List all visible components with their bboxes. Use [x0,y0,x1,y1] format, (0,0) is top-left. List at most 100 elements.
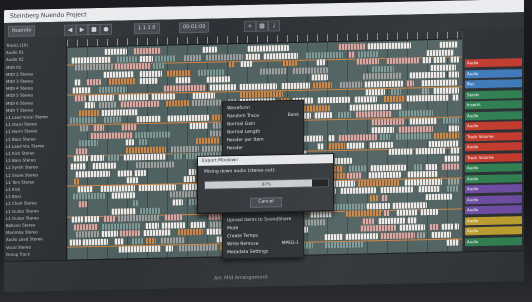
track-list-item[interactable]: Group Track [6,250,64,258]
clip-waveform [363,80,404,88]
clip-waveform [398,110,433,118]
inspector-item[interactable]: Audio [465,121,522,131]
clip-waveform [137,139,149,146]
menu-item[interactable]: Render [227,145,243,153]
clip-waveform [439,41,459,48]
ruler-tick [407,32,408,40]
clip-waveform [282,60,298,67]
clip-waveform [71,87,92,94]
clip-waveform [114,63,151,70]
inspector-item[interactable]: Audio [465,110,522,120]
clip-waveform [311,74,328,81]
clip-waveform [74,79,82,86]
inspector-item[interactable]: Audio [465,194,522,204]
clip-waveform [98,101,116,109]
clip-waveform [381,194,388,202]
clip-waveform [69,117,97,125]
ruler-tick [357,33,358,41]
ruler-tick [247,35,248,43]
clip-waveform [443,155,459,162]
inspector-item[interactable]: Bus [465,79,522,89]
ruler-tick [257,35,258,43]
clip-waveform [89,155,104,162]
clip-waveform [447,71,459,79]
clip-waveform [88,94,114,101]
inspector-item[interactable]: Audio [465,58,522,68]
inspector-item[interactable]: Track Volume [465,131,522,141]
inspector-item[interactable]: Audio [465,236,522,246]
rewind-icon[interactable]: ◀ [64,24,76,36]
clip-waveform [187,168,196,175]
ruler-tick [77,39,78,47]
transport-position[interactable]: 1 1 1 0 [134,22,160,35]
inspector-item[interactable]: Audio [465,205,522,215]
clip-waveform [107,154,121,162]
cancel-button[interactable]: Cancel [250,197,282,208]
clip-waveform [206,76,230,84]
menu-item[interactable]: Upload items to SoundShare [227,216,291,225]
grid-icon[interactable]: ▦ [256,20,268,32]
clip-waveform [195,137,221,145]
clip-waveform [388,103,402,110]
time-display[interactable]: 00:01:00 [179,21,210,34]
menu-item[interactable]: Render per Item [227,137,264,146]
clip-waveform [75,231,100,238]
clip-waveform [440,163,459,170]
play-icon[interactable]: ▶ [76,24,88,36]
inspector-item[interactable]: Inserts [465,100,522,110]
menu-item[interactable]: Metadata Settings [227,248,268,257]
clip-waveform [446,178,459,185]
ruler-tick [107,38,108,46]
clip-waveform [348,103,388,111]
export-progress-bar: 87% [204,178,329,190]
clip-waveform [124,146,167,154]
clip-waveform [150,93,175,100]
clip-waveform [101,231,118,238]
progress-text: 87% [262,181,271,187]
clip-waveform [138,55,154,62]
clip-waveform [115,55,137,63]
inspector-item[interactable]: Audio [465,226,522,236]
inspector-item[interactable]: Sends [465,89,522,99]
inspector-item[interactable]: Track Volume [465,152,522,162]
inspector-item[interactable]: Audio [465,68,522,78]
ruler-tick [187,37,188,45]
quantize-icon[interactable]: ♩ [268,20,280,32]
clip-waveform [103,215,116,223]
clip-waveform [365,202,391,210]
clip-waveform [445,239,459,246]
clip-waveform [138,207,161,214]
clip-waveform [119,230,140,237]
clip-waveform [399,224,426,232]
stop-icon[interactable]: ■ [88,23,100,36]
ruler-tick [157,37,158,45]
clip-waveform [110,192,135,200]
menu-item[interactable]: Mute [227,225,238,233]
clip-waveform [347,51,355,58]
clip-waveform [91,162,117,170]
inspector-item[interactable]: Audio [465,163,522,173]
inspector-item[interactable]: Audio [465,142,522,152]
clip-waveform [120,124,138,131]
clip-waveform [346,142,365,149]
clip-waveform [165,100,189,107]
inspector-item[interactable]: Audio [465,215,522,225]
clip-waveform [110,207,137,215]
clip-waveform [432,132,459,140]
clip-waveform [164,245,174,252]
clip-waveform [344,233,379,240]
ruler-tick [267,35,268,43]
project-button[interactable]: Nuendo [8,25,36,37]
clip-waveform [280,82,311,90]
clip-waveform [355,111,393,119]
clip-waveform [82,238,109,246]
inspector-item[interactable]: Audio [465,184,522,194]
inspector-item[interactable]: Audio [465,173,522,183]
record-icon[interactable]: ● [100,23,112,35]
snap-icon[interactable]: ⌗ [244,20,256,32]
clip-waveform [103,116,121,124]
clip-waveform [454,223,459,230]
ruler-tick [417,32,418,40]
clip-waveform [132,47,162,55]
clip-waveform [378,134,391,141]
